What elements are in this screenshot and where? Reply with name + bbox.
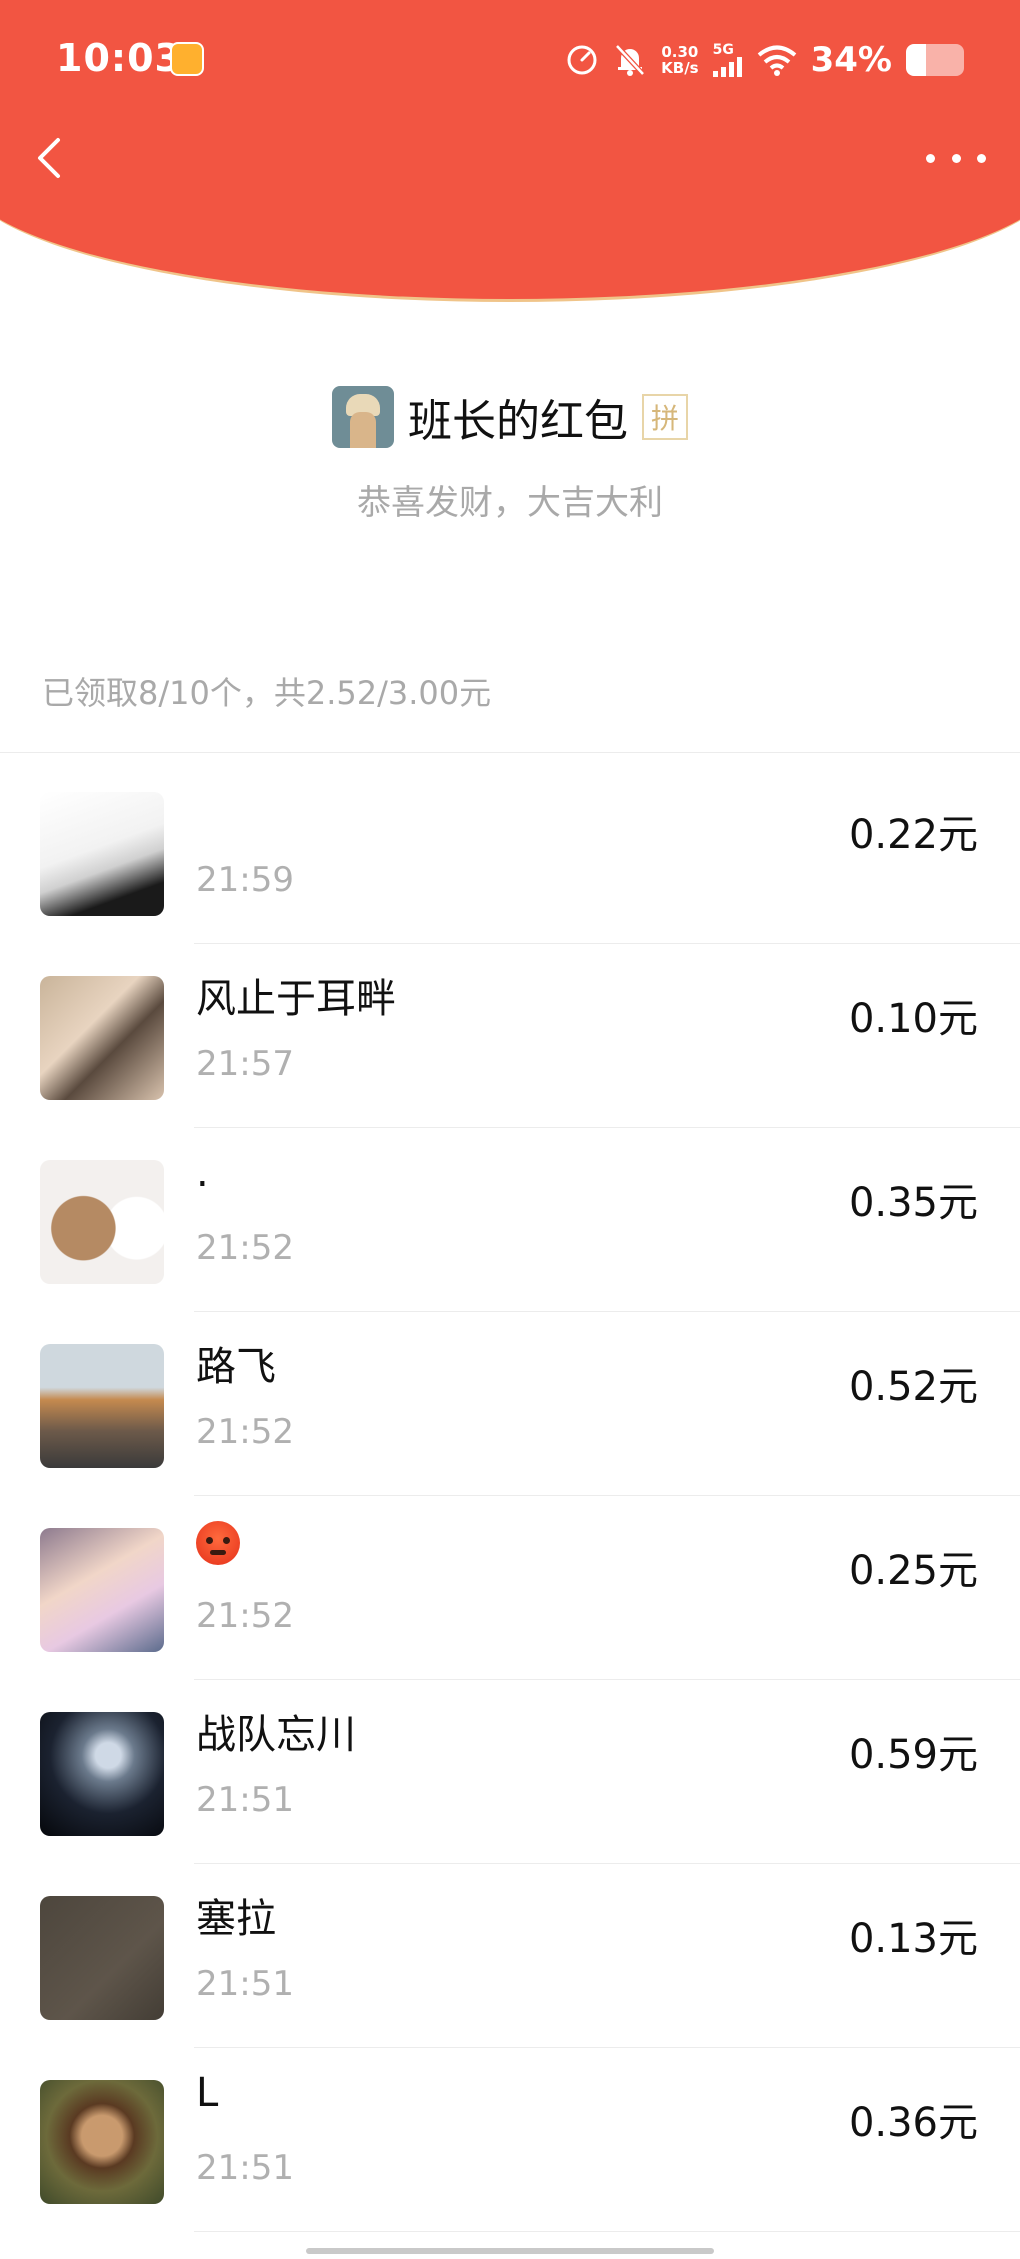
speedometer-icon [565,43,599,77]
claim-amount: 0.25元 [848,1548,978,1594]
claim-amount: 0.10元 [848,996,978,1042]
app-notification-icon [170,42,204,76]
recipient-row[interactable]: 21:52 0.25元 [0,1496,1020,1680]
recipient-row[interactable]: 风止于耳畔 21:57 0.10元 [0,944,1020,1128]
divider [0,752,1020,753]
recipient-name: 塞拉 [196,1896,276,1942]
battery-level [906,44,926,76]
recipient-row[interactable]: 塞拉 21:51 0.13元 [0,1864,1020,2048]
more-options-button[interactable] [926,140,986,176]
sender-info: 班长的红包 拼 [0,385,1020,449]
claim-time: 21:52 [196,1596,294,1636]
recipient-name: 风止于耳畔 [196,976,396,1022]
claim-amount: 0.22元 [848,812,978,858]
red-packet-detail-page: 10:03 0.30 KB/s 5G 34% 班长的红包 拼 恭喜发财，大吉大利… [0,0,1020,2259]
avatar[interactable] [40,1712,164,1836]
dot-icon [926,153,935,163]
angry-face-emoji-icon [196,1521,240,1565]
recipient-name: L [196,2070,219,2116]
claim-amount: 0.52元 [848,1364,978,1410]
claim-time: 21:52 [196,1228,294,1268]
sender-name: 班长的红包 [408,396,628,447]
claim-amount: 0.35元 [848,1180,978,1226]
status-icons: 0.30 KB/s 5G 34% [565,38,964,82]
back-button[interactable] [28,128,72,188]
claim-amount: 0.13元 [848,1916,978,1962]
avatar[interactable] [40,976,164,1100]
sender-avatar[interactable] [332,386,394,448]
bell-muted-icon [613,42,647,78]
claim-time: 21:51 [196,1780,294,1820]
recipient-list: 21:59 0.22元 风止于耳畔 21:57 0.10元 . 21:52 0.… [0,760,1020,2232]
claim-time: 21:57 [196,1044,294,1084]
recipient-row[interactable]: 21:59 0.22元 [0,760,1020,944]
recipient-row[interactable]: 战队忘川 21:51 0.59元 [0,1680,1020,1864]
claim-amount: 0.36元 [848,2100,978,2146]
status-bar: 10:03 0.30 KB/s 5G 34% [0,0,1020,120]
recipient-name: . [196,1150,209,1196]
net-speed: 0.30 KB/s [661,44,698,76]
avatar[interactable] [40,2080,164,2204]
net-speed-value: 0.30 [661,43,699,61]
network-type: 5G [712,42,734,58]
avatar[interactable] [40,1528,164,1652]
recipient-row[interactable]: 路飞 21:52 0.52元 [0,1312,1020,1496]
claim-time: 21:52 [196,1412,294,1452]
battery-percent: 34% [810,40,892,80]
claim-time: 21:51 [196,2148,294,2188]
dot-icon [951,153,961,163]
clock: 10:03 [56,36,182,80]
divider [194,2231,1020,2232]
blessing-text: 恭喜发财，大吉大利 [357,483,663,523]
claim-time: 21:51 [196,1964,294,2004]
group-red-packet-badge: 拼 [642,394,688,440]
home-indicator[interactable] [306,2248,714,2254]
claim-amount: 0.59元 [848,1732,978,1778]
wifi-icon [757,44,797,76]
battery-icon [906,44,964,76]
dot-icon [977,153,986,163]
avatar[interactable] [40,1896,164,2020]
avatar[interactable] [40,1344,164,1468]
recipient-row[interactable]: . 21:52 0.35元 [0,1128,1020,1312]
chevron-left-icon [38,138,60,178]
avatar[interactable] [40,1160,164,1284]
claimed-summary: 已领取8/10个，共2.52/3.00元 [42,674,492,712]
claim-time: 21:59 [196,860,294,900]
recipient-name: 战队忘川 [196,1712,356,1758]
recipient-name [196,1518,240,1565]
recipient-name: 路飞 [196,1344,276,1390]
recipient-row[interactable]: L 21:51 0.36元 [0,2048,1020,2232]
net-speed-unit: KB/s [661,59,699,77]
cellular-signal-icon: 5G [712,42,743,77]
avatar[interactable] [40,792,164,916]
